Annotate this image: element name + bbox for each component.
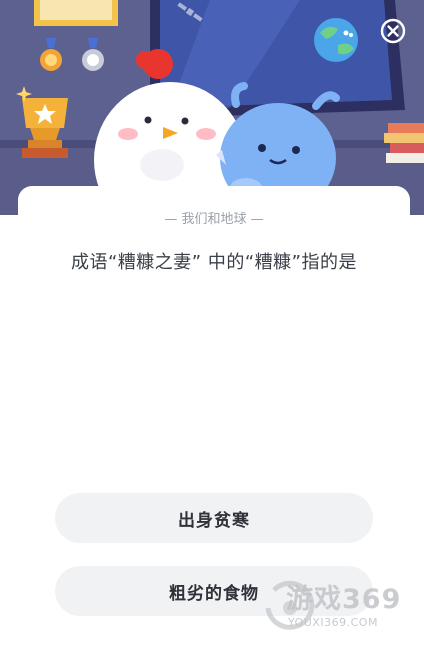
answer-option-1[interactable]: 出身贫寒 <box>55 493 373 543</box>
watermark-url: YOUXI369.COM <box>288 616 378 629</box>
earth-icon[interactable] <box>310 17 362 63</box>
close-icon <box>380 18 406 44</box>
answer-option-label: 粗劣的食物 <box>169 583 259 604</box>
quiz-category: — 我们和地球 — <box>164 212 264 227</box>
question-text: 成语“糟糠之妻” 中的“糟糠”指的是 <box>70 252 358 273</box>
answer-option-label: 出身贫寒 <box>178 510 250 531</box>
watermark-title: 游戏369 <box>286 584 402 615</box>
close-button[interactable] <box>379 17 407 45</box>
trophy-icon <box>22 98 68 158</box>
books-icon <box>384 123 424 163</box>
